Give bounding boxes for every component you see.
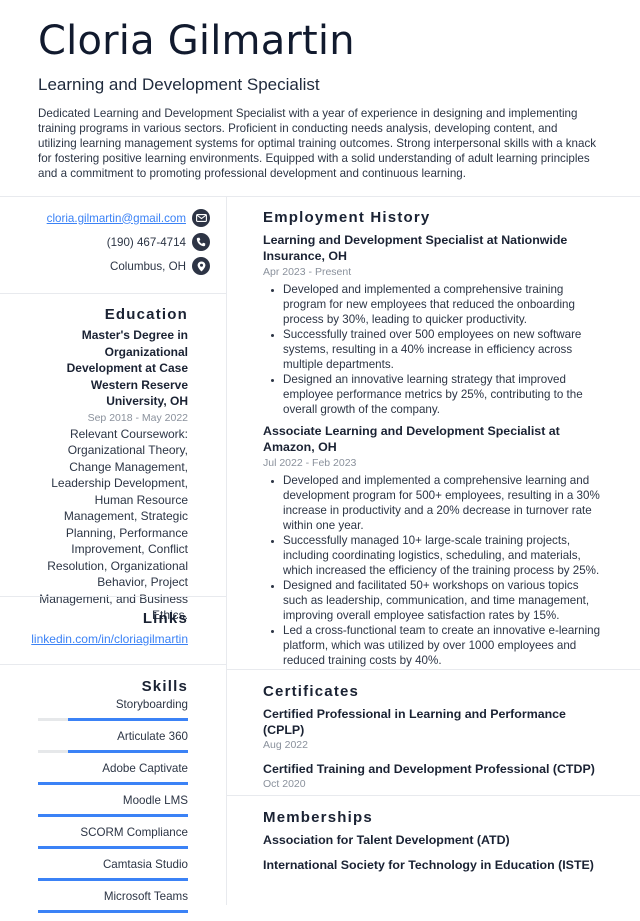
certificates-divider xyxy=(227,795,640,796)
job-dates: Apr 2023 - Present xyxy=(263,266,352,278)
job-bullet: Led a cross-functional team to create an… xyxy=(283,623,604,668)
skill-item: Adobe Captivate xyxy=(38,761,188,785)
certificate-title: Certified Professional in Learning and P… xyxy=(263,707,566,737)
memberships-heading: Memberships xyxy=(263,809,373,826)
job-bullet: Designed an innovative learning strategy… xyxy=(283,372,604,417)
job-title: Learning and Development Specialist at N… xyxy=(263,233,568,263)
candidate-name: Cloria Gilmartin xyxy=(38,18,355,64)
skill-name: Adobe Captivate xyxy=(102,762,188,775)
job-bullets: Developed and implemented a comprehensiv… xyxy=(263,473,604,668)
phone-number: (190) 467-4714 xyxy=(106,235,186,249)
header-divider xyxy=(0,196,640,197)
skill-item: Articulate 360 xyxy=(38,729,188,753)
job-bullet: Developed and implemented a comprehensiv… xyxy=(283,282,604,327)
links-section: Links linkedin.com/in/cloriagilmartin xyxy=(0,610,226,648)
skill-level-fill xyxy=(68,750,188,753)
skill-name: Camtasia Studio xyxy=(102,858,188,871)
skill-item: Storyboarding xyxy=(38,697,188,721)
employment-heading: Employment History xyxy=(263,209,431,226)
skills-section: Skills Storyboarding Articulate 360 Adobe … xyxy=(0,678,226,921)
skill-level-fill xyxy=(38,910,188,913)
contact-email-row: cloria.gilmartin@gmail.com xyxy=(0,206,226,230)
skill-level-bar xyxy=(38,718,188,721)
skill-item: Camtasia Studio xyxy=(38,857,188,881)
job-entry: Learning and Development Specialist at N… xyxy=(263,232,604,417)
links-heading: Links xyxy=(142,610,188,627)
skill-level-bar xyxy=(38,782,188,785)
job-bullets: Developed and implemented a comprehensiv… xyxy=(263,282,604,417)
envelope-icon xyxy=(192,209,210,227)
skill-level-fill xyxy=(38,878,188,881)
skill-level-bar xyxy=(38,878,188,881)
job-dates: Jul 2022 - Feb 2023 xyxy=(263,457,357,469)
skill-item: Moodle LMS xyxy=(38,793,188,817)
membership-item: International Society for Technology in … xyxy=(263,858,594,872)
skills-list: Storyboarding Articulate 360 Adobe Captiva… xyxy=(0,697,226,913)
skill-level-bar xyxy=(38,750,188,753)
contact-location-row: Columbus, OH xyxy=(0,254,226,278)
contact-phone-row: (190) 467-4714 xyxy=(0,230,226,254)
memberships-section: Memberships Association for Talent Devel… xyxy=(227,809,640,873)
skill-item: Microsoft Teams xyxy=(38,889,188,913)
job-bullet: Successfully trained over 500 employees … xyxy=(283,327,604,372)
location-text: Columbus, OH xyxy=(109,259,186,273)
certificates-heading: Certificates xyxy=(263,683,360,700)
job-bullet: Successfully managed 10+ large-scale tra… xyxy=(283,533,604,578)
certificate-title: Certified Training and Development Profe… xyxy=(263,762,595,776)
skill-name: SCORM Compliance xyxy=(80,826,188,839)
education-heading: Education xyxy=(104,306,188,323)
job-title: Associate Learning and Development Speci… xyxy=(263,424,560,454)
candidate-title: Learning and Development Specialist xyxy=(38,75,320,94)
education-coursework: Relevant Coursework: Organizational Theo… xyxy=(39,426,188,623)
profile-summary: Dedicated Learning and Development Speci… xyxy=(38,107,597,180)
certificate-date: Oct 2020 xyxy=(263,778,306,790)
skill-name: Microsoft Teams xyxy=(103,890,188,903)
skill-level-fill xyxy=(38,782,188,785)
education-divider xyxy=(0,596,226,597)
resume-header: Cloria Gilmartin Learning and Developmen… xyxy=(0,0,640,181)
skill-name: Articulate 360 xyxy=(117,730,188,743)
education-section: Education Master's Degree in Organizatio… xyxy=(0,306,226,624)
skill-name: Storyboarding xyxy=(115,698,188,711)
skill-level-fill xyxy=(38,814,188,817)
employment-section: Employment History Learning and Developm… xyxy=(227,209,640,668)
job-entry: Associate Learning and Development Speci… xyxy=(263,423,604,668)
links-divider xyxy=(0,664,226,665)
skills-heading: Skills xyxy=(141,678,188,695)
contact-divider xyxy=(0,293,226,294)
skill-level-bar xyxy=(38,814,188,817)
contact-section: cloria.gilmartin@gmail.com (190) 467-471… xyxy=(0,206,226,278)
linkedin-link[interactable]: linkedin.com/in/cloriagilmartin xyxy=(31,632,188,646)
skill-level-fill xyxy=(38,846,188,849)
job-bullet: Designed and facilitated 50+ workshops o… xyxy=(283,578,604,623)
skill-level-fill xyxy=(68,718,188,721)
email-link[interactable]: cloria.gilmartin@gmail.com xyxy=(47,212,186,225)
skill-item: SCORM Compliance xyxy=(38,825,188,849)
skill-name: Moodle LMS xyxy=(122,794,188,807)
phone-icon xyxy=(192,233,210,251)
membership-item: Association for Talent Development (ATD) xyxy=(263,833,510,847)
employment-divider xyxy=(227,669,640,670)
education-dates: Sep 2018 - May 2022 xyxy=(87,411,188,424)
skill-level-bar xyxy=(38,910,188,913)
certificate-date: Aug 2022 xyxy=(263,739,308,751)
job-bullet: Developed and implemented a comprehensiv… xyxy=(283,473,604,533)
certificates-section: Certificates Certified Professional in L… xyxy=(227,683,640,791)
skill-level-bar xyxy=(38,846,188,849)
map-pin-icon xyxy=(192,257,210,275)
education-degree: Master's Degree in Organizational Develo… xyxy=(66,328,188,408)
